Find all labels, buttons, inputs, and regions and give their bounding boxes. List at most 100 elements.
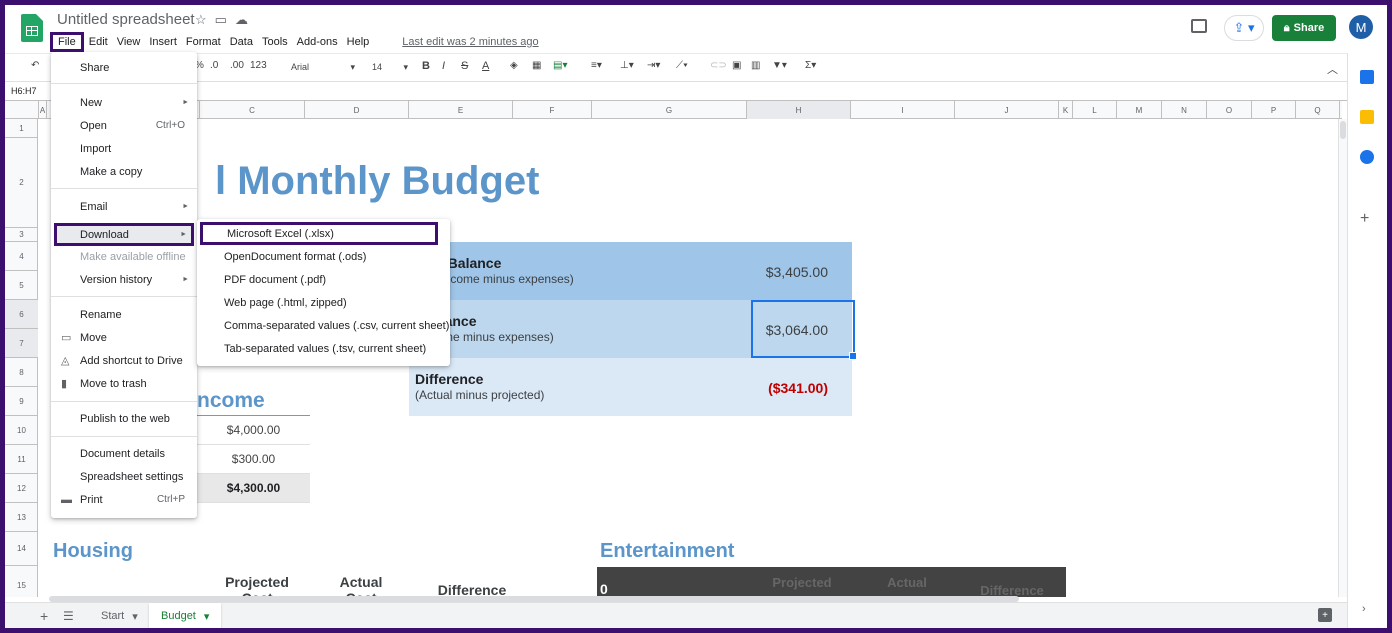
row-header[interactable]: 1 — [5, 119, 38, 138]
menu-item-version-history[interactable]: Version history ► — [51, 268, 197, 291]
column-header[interactable]: H — [747, 101, 851, 119]
show-side-panel-icon[interactable]: › — [1362, 603, 1366, 615]
menu-view[interactable]: View — [113, 34, 145, 50]
row-header[interactable]: 13 — [5, 503, 38, 532]
text-color-button[interactable]: A — [482, 60, 489, 72]
collapse-toolbar-icon[interactable]: ︿ — [1327, 61, 1338, 77]
align-horizontal-icon[interactable]: ≡▾ — [591, 60, 602, 71]
borders-icon[interactable]: ▦ — [532, 60, 541, 71]
column-header[interactable]: Q — [1296, 101, 1340, 119]
merge-cells-icon[interactable]: ▤▾ — [553, 60, 567, 71]
row-header[interactable]: 10 — [5, 416, 38, 445]
row-header[interactable]: 4 — [5, 242, 38, 271]
sheets-logo-icon[interactable] — [21, 14, 43, 42]
wrap-text-icon[interactable]: ⇥▾ — [647, 60, 660, 71]
scroll-thumb[interactable] — [1340, 121, 1346, 139]
row-header[interactable]: 7 — [5, 329, 38, 358]
row-header[interactable]: 9 — [5, 387, 38, 416]
income-value-cell[interactable]: $4,000.00 — [197, 416, 310, 445]
present-button[interactable]: ⇪ ▾ — [1224, 15, 1264, 41]
bold-button[interactable]: B — [422, 60, 430, 72]
increase-decimal-button[interactable]: .00 — [230, 60, 244, 71]
star-icon[interactable]: ☆ — [195, 12, 207, 28]
column-header[interactable]: G — [592, 101, 747, 119]
income-value-cell[interactable]: $300.00 — [197, 445, 310, 474]
row-header[interactable]: 8 — [5, 358, 38, 387]
menu-item-import[interactable]: Import — [51, 137, 197, 160]
fill-color-icon[interactable]: ◈ — [510, 60, 518, 71]
column-header[interactable]: L — [1073, 101, 1117, 119]
menu-data[interactable]: Data — [226, 34, 257, 50]
italic-button[interactable]: I — [442, 60, 445, 72]
download-html[interactable]: Web page (.html, zipped) — [197, 291, 450, 314]
column-header[interactable]: M — [1117, 101, 1162, 119]
menu-item-trash[interactable]: ▮ Move to trash — [51, 372, 197, 395]
row-header[interactable]: 11 — [5, 445, 38, 474]
menu-file[interactable]: File — [50, 32, 84, 52]
menu-item-add-shortcut[interactable]: ◬ Add shortcut to Drive — [51, 349, 197, 372]
font-size-select[interactable]: 14 ▾ — [372, 62, 408, 72]
menu-item-move[interactable]: ▭ Move — [51, 326, 197, 349]
last-edit-link[interactable]: Last edit was 2 minutes ago — [402, 36, 538, 48]
column-header[interactable]: N — [1162, 101, 1207, 119]
insert-chart-icon[interactable]: ▥ — [751, 60, 760, 71]
column-header[interactable]: F — [513, 101, 592, 119]
insert-comment-icon[interactable]: ▣ — [732, 60, 741, 71]
select-all-corner[interactable] — [5, 101, 39, 119]
column-header[interactable]: K — [1059, 101, 1073, 119]
download-pdf[interactable]: PDF document (.pdf) — [197, 268, 450, 291]
add-sheet-icon[interactable]: + — [40, 608, 48, 624]
download-tsv[interactable]: Tab-separated values (.tsv, current shee… — [197, 337, 450, 360]
menu-help[interactable]: Help — [343, 34, 374, 50]
account-avatar[interactable]: M — [1349, 15, 1373, 39]
menu-item-print[interactable]: ▬ Print Ctrl+P — [51, 488, 197, 511]
column-header[interactable]: O — [1207, 101, 1252, 119]
menu-item-settings[interactable]: Spreadsheet settings — [51, 465, 197, 488]
document-title[interactable]: Untitled spreadsheet — [57, 11, 195, 28]
menu-insert[interactable]: Insert — [145, 34, 181, 50]
font-select[interactable]: Arial ▾ — [291, 62, 355, 72]
undo-icon[interactable]: ↶ — [31, 60, 39, 71]
menu-item-make-copy[interactable]: Make a copy — [51, 160, 197, 183]
menu-item-publish[interactable]: Publish to the web — [51, 407, 197, 430]
menu-item-email[interactable]: Email ► — [51, 195, 197, 218]
align-vertical-icon[interactable]: ⊥▾ — [620, 60, 634, 71]
menu-edit[interactable]: Edit — [85, 34, 112, 50]
row-header[interactable]: 3 — [5, 228, 38, 242]
menu-addons[interactable]: Add-ons — [293, 34, 342, 50]
download-xlsx[interactable]: Microsoft Excel (.xlsx) — [200, 222, 438, 245]
column-header[interactable]: C — [200, 101, 305, 119]
row-header[interactable]: 14 — [5, 532, 38, 566]
tasks-icon[interactable] — [1360, 150, 1374, 164]
text-rotation-icon[interactable]: ⟋▾ — [676, 60, 688, 71]
download-csv[interactable]: Comma-separated values (.csv, current sh… — [197, 314, 450, 337]
name-box[interactable]: H6:H7 — [11, 86, 37, 96]
comment-history-icon[interactable] — [1191, 19, 1207, 33]
income-total-cell[interactable]: $4,300.00 — [197, 474, 310, 503]
functions-button[interactable]: Σ▾ — [805, 60, 816, 71]
insert-link-icon[interactable]: ⊂⊃ — [710, 60, 727, 71]
add-addon-icon[interactable]: + — [1360, 210, 1369, 228]
row-header[interactable]: 12 — [5, 474, 38, 503]
tab-budget[interactable]: Budget ▾ — [149, 603, 222, 628]
all-sheets-icon[interactable]: ☰ — [63, 609, 74, 623]
strikethrough-button[interactable]: S — [461, 60, 468, 72]
vertical-scrollbar[interactable] — [1338, 119, 1347, 597]
column-header[interactable]: E — [409, 101, 513, 119]
download-ods[interactable]: OpenDocument format (.ods) — [197, 245, 450, 268]
cloud-status-icon[interactable]: ☁ — [235, 12, 248, 28]
menu-item-download[interactable]: Download ► — [54, 223, 194, 246]
filter-icon[interactable]: ▼▾ — [772, 60, 787, 71]
row-header[interactable]: 15 — [5, 566, 38, 606]
row-header[interactable]: 6 — [5, 300, 38, 329]
menu-item-new[interactable]: New ► — [51, 91, 197, 114]
column-header[interactable]: D — [305, 101, 409, 119]
tab-start[interactable]: Start ▾ — [89, 603, 150, 628]
menu-format[interactable]: Format — [182, 34, 225, 50]
explore-icon[interactable]: + — [1318, 608, 1332, 622]
row-header[interactable]: 5 — [5, 271, 38, 300]
keep-icon[interactable] — [1360, 110, 1374, 124]
selected-cell-range[interactable] — [751, 300, 857, 360]
menu-item-open[interactable]: Open Ctrl+O — [51, 114, 197, 137]
column-header[interactable]: A — [39, 101, 47, 119]
